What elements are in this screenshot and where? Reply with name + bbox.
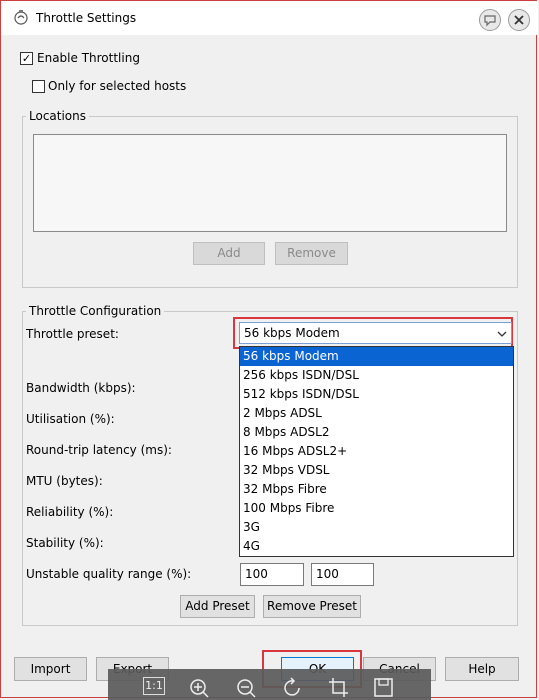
locations-title: Locations — [26, 109, 90, 123]
window-title: Throttle Settings — [36, 11, 137, 25]
throttle-config-title: Throttle Configuration — [26, 304, 165, 318]
dropdown-option[interactable]: 32 Mbps VDSL — [240, 461, 513, 480]
dropdown-option[interactable]: 56 kbps Modem — [240, 347, 513, 366]
throttle-preset-select[interactable]: 56 kbps Modem — [239, 322, 512, 344]
enable-throttling-checkbox[interactable]: ✓ — [20, 52, 33, 65]
remove-location-button[interactable]: Remove — [275, 242, 348, 265]
crop-icon[interactable] — [328, 677, 350, 699]
app-icon — [14, 10, 28, 25]
dropdown-option[interactable]: 16 Mbps ADSL2+ — [240, 442, 513, 461]
unstable-range-label: Unstable quality range (%): — [26, 567, 192, 581]
dropdown-option[interactable]: 512 kbps ISDN/DSL — [240, 385, 513, 404]
chevron-down-icon — [497, 331, 507, 337]
only-selected-hosts-label: Only for selected hosts — [48, 79, 187, 93]
close-icon[interactable] — [508, 9, 530, 31]
import-button[interactable]: Import — [14, 657, 87, 681]
save-icon[interactable] — [373, 677, 395, 699]
unstable-min-input[interactable]: 100 — [240, 563, 304, 586]
dropdown-option[interactable]: 8 Mbps ADSL2 — [240, 423, 513, 442]
add-location-button[interactable]: Add — [193, 242, 265, 265]
help-button[interactable]: Help — [445, 657, 519, 681]
dropdown-option[interactable]: 4G — [240, 537, 513, 556]
unstable-max-input[interactable]: 100 — [311, 563, 374, 586]
only-selected-hosts-checkbox[interactable] — [32, 80, 45, 93]
dropdown-option[interactable]: 100 Mbps Fibre — [240, 499, 513, 518]
dropdown-option[interactable]: 32 Mbps Fibre — [240, 480, 513, 499]
reliability-label: Reliability (%): — [26, 505, 114, 519]
stability-label: Stability (%): — [26, 536, 104, 550]
throttle-preset-value: 56 kbps Modem — [244, 326, 340, 340]
utilisation-label: Utilisation (%): — [26, 412, 115, 426]
add-preset-button[interactable]: Add Preset — [180, 595, 255, 618]
zoom-out-icon[interactable] — [235, 677, 257, 699]
dropdown-option[interactable]: 256 kbps ISDN/DSL — [240, 366, 513, 385]
zoom-in-icon[interactable] — [188, 677, 210, 699]
dropdown-option[interactable]: 2 Mbps ADSL — [240, 404, 513, 423]
mtu-label: MTU (bytes): — [26, 474, 103, 488]
feedback-icon[interactable] — [479, 9, 501, 31]
throttle-preset-label: Throttle preset: — [26, 327, 119, 341]
locations-list[interactable] — [33, 134, 507, 232]
rotate-icon[interactable] — [282, 677, 304, 699]
bandwidth-label: Bandwidth (kbps): — [26, 381, 136, 395]
enable-throttling-label: Enable Throttling — [37, 51, 140, 65]
latency-label: Round-trip latency (ms): — [26, 443, 172, 457]
remove-preset-button[interactable]: Remove Preset — [263, 595, 361, 618]
dropdown-option[interactable]: 3G — [240, 518, 513, 537]
actual-size-icon[interactable]: 1:1 — [143, 677, 165, 695]
preset-dropdown-list[interactable]: 56 kbps Modem 256 kbps ISDN/DSL 512 kbps… — [239, 346, 514, 557]
